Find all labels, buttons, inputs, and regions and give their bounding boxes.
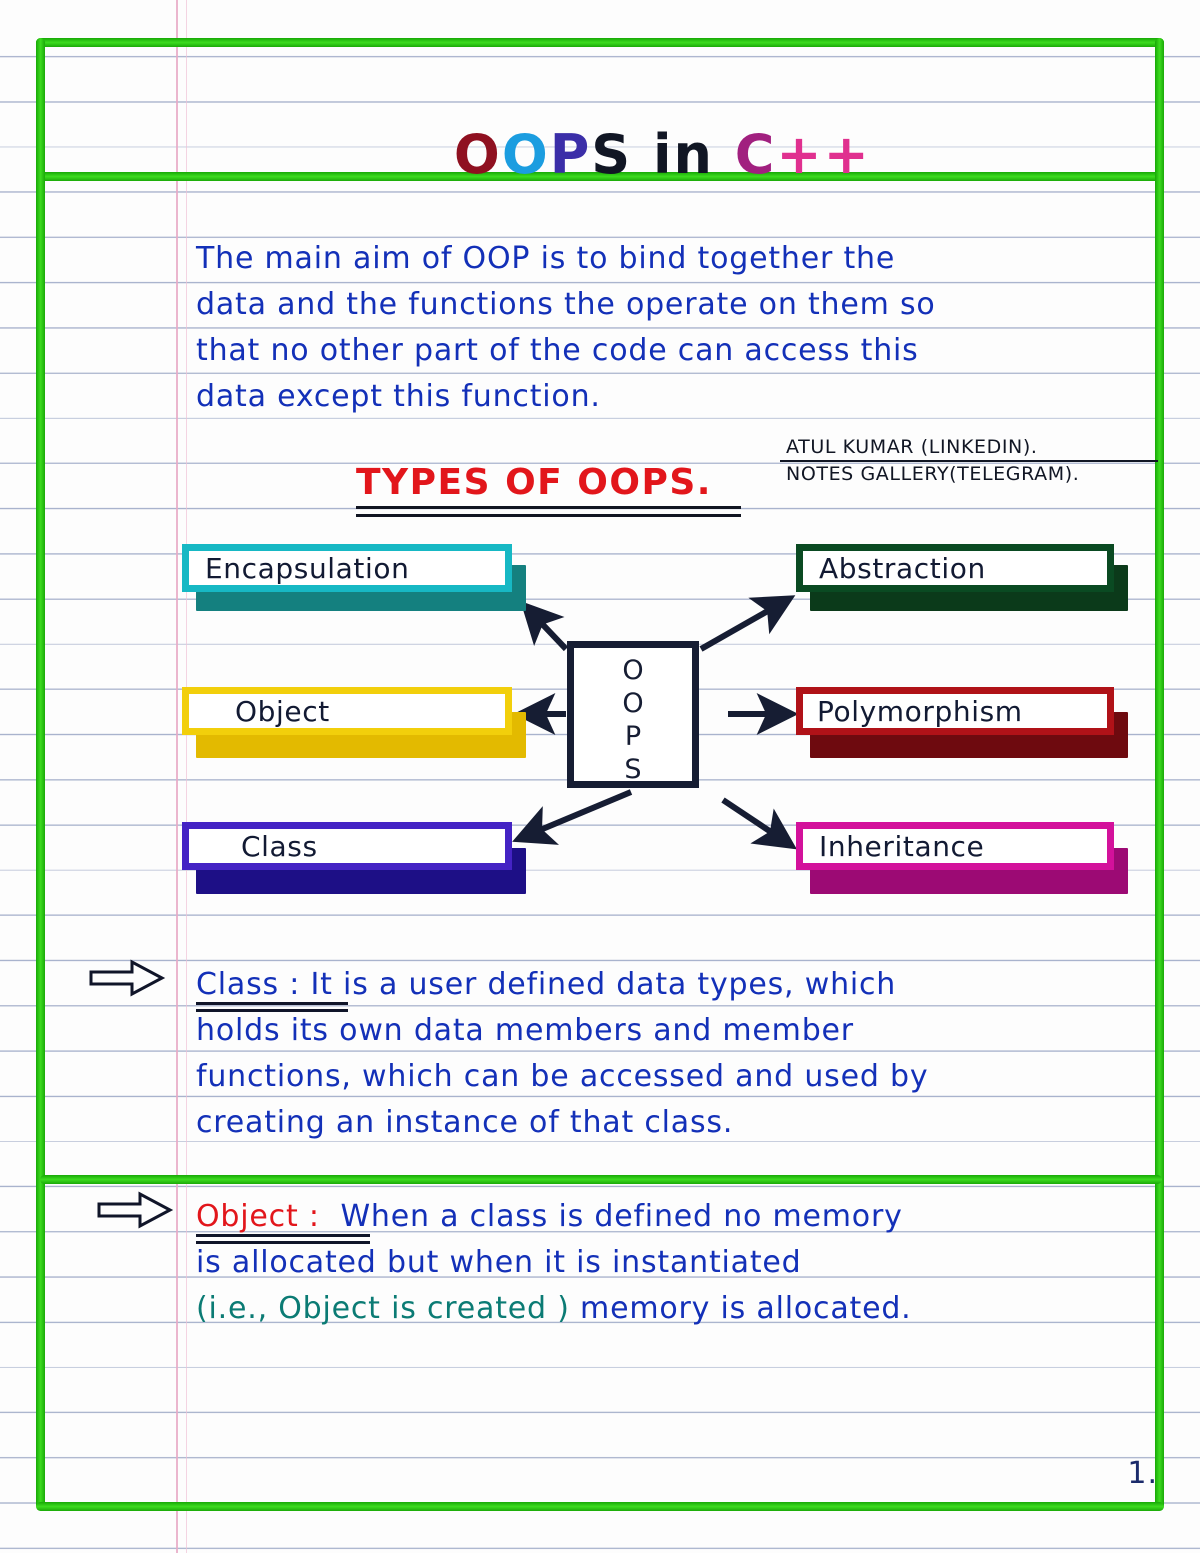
node-abstraction[interactable]: Abstraction (796, 544, 1114, 592)
class-bullet-arrow-icon (89, 959, 166, 997)
node-class[interactable]: Class (182, 822, 512, 870)
class-definition-line-2: holds its own data members and member (196, 1013, 854, 1048)
class-term-underline-2 (196, 1009, 348, 1012)
object-bullet-arrow-icon (97, 1191, 174, 1229)
arrow-to-abstraction (699, 595, 796, 652)
object-definition-line-3: (i.e., Object is created ) memory is all… (196, 1286, 1161, 1332)
oops-center-node[interactable]: O O P S (567, 641, 699, 788)
node-object-label: Object (235, 694, 330, 728)
oops-center-label: O O P S (574, 654, 692, 786)
oops-letter-2: P (624, 721, 642, 752)
object-definition: Object : When a class is defined no memo… (196, 1194, 1161, 1332)
node-inheritance[interactable]: Inheritance (796, 822, 1114, 870)
arrow-to-class (512, 789, 633, 845)
arrow-to-encapsulation (520, 601, 569, 652)
class-definition-line-3: functions, which can be accessed and use… (196, 1059, 929, 1094)
node-encapsulation-label: Encapsulation (205, 551, 410, 585)
node-polymorphism-label: Polymorphism (817, 694, 1023, 728)
class-definition: Class : It is a user defined data types,… (196, 962, 1161, 1146)
oops-letter-0: O (622, 655, 644, 686)
object-term-underline-1 (196, 1234, 370, 1237)
notebook-page: OOPS in C++ The main aim of OOP is to bi… (0, 0, 1200, 1553)
node-polymorphism[interactable]: Polymorphism (796, 687, 1114, 735)
object-definition-parenthetical: (i.e., Object is created ) (196, 1291, 570, 1326)
class-term: Class : (196, 967, 301, 1002)
node-class-label: Class (241, 829, 318, 863)
object-definition-text-3: memory is allocated. (569, 1291, 912, 1326)
node-abstraction-label: Abstraction (819, 551, 986, 585)
class-term-underline-1 (196, 1002, 348, 1005)
class-definition-line-4: creating an instance of that class. (196, 1105, 734, 1140)
object-term-underline-2 (196, 1241, 370, 1244)
page-number: 1. (1127, 1456, 1158, 1491)
node-object[interactable]: Object (182, 687, 512, 735)
object-definition-text-1: When a class is defined no memory (340, 1199, 903, 1234)
object-definition-line-2: is allocated but when it is instantiated (196, 1245, 802, 1280)
oops-letter-1: O (622, 688, 644, 719)
arrow-to-inheritance (721, 797, 797, 850)
node-encapsulation[interactable]: Encapsulation (182, 544, 512, 592)
object-term: Object : (196, 1199, 320, 1234)
class-definition-text-1: It is a user defined data types, which (310, 967, 897, 1002)
node-inheritance-label: Inheritance (819, 829, 985, 863)
oops-letter-3: S (624, 754, 642, 785)
